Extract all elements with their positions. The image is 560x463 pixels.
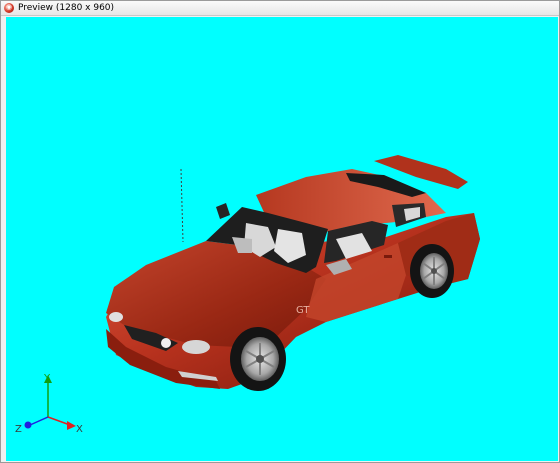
preview-window: ◉ Preview (1280 x 960) GT Y X Z	[0, 0, 560, 463]
z-axis-arrow-icon	[24, 421, 32, 429]
axis-gizmo: Y X Z	[15, 373, 83, 435]
car-render: GT Y X Z	[15, 155, 480, 435]
headlight-right	[182, 340, 210, 354]
z-axis-label: Z	[15, 424, 22, 435]
x-axis-label: X	[76, 424, 83, 435]
x-axis-arrow-icon	[67, 421, 76, 430]
window-title: Preview (1280 x 960)	[18, 3, 115, 13]
title-bar[interactable]: ◉ Preview (1280 x 960)	[1, 1, 559, 16]
headlight-left	[109, 312, 123, 322]
y-axis-label: Y	[43, 373, 51, 384]
app-icon[interactable]: ◉	[4, 3, 14, 13]
3d-viewport[interactable]: GT Y X Z	[6, 17, 558, 461]
gt-badge: GT	[296, 305, 310, 316]
